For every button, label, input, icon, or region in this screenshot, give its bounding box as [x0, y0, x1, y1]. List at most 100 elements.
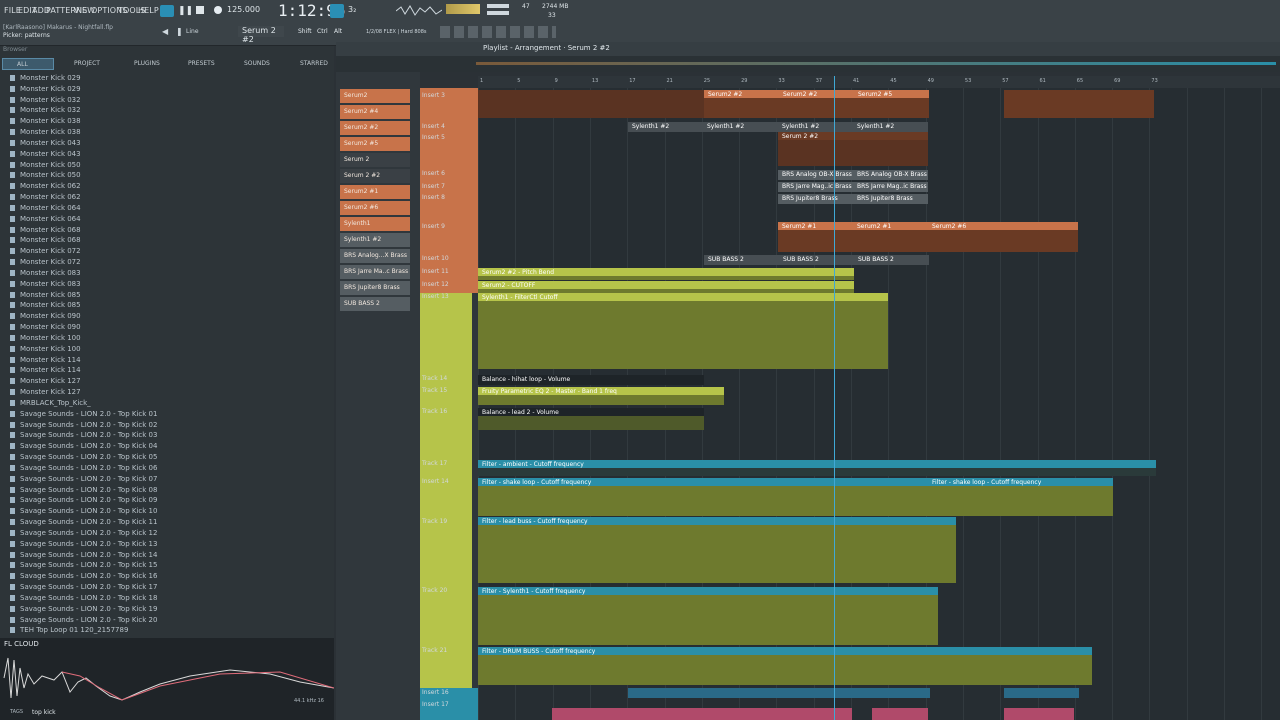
automation-clip[interactable]: Serum2 - CUTOFF	[478, 281, 854, 293]
play-icon[interactable]: ❚❚	[178, 6, 193, 16]
track-label[interactable]: Insert 6	[422, 170, 445, 177]
channel-12[interactable]: BRS Jupiter8 Brass	[340, 281, 410, 295]
serum-clip[interactable]: Serum2 #5	[854, 90, 929, 118]
audio-clip-pink[interactable]	[872, 708, 928, 720]
browser-item[interactable]: Monster Kick 043	[10, 138, 81, 149]
browser-tab-sounds[interactable]: SOUNDS	[226, 58, 278, 70]
browser-item[interactable]: Savage Sounds - LION 2.0 - Top Kick 12	[10, 528, 157, 539]
channel-3[interactable]: Serum2 #5	[340, 137, 410, 151]
browser-item[interactable]: Monster Kick 062	[10, 192, 81, 203]
browser-tab-plugins[interactable]: PLUGINS	[116, 58, 168, 70]
automation-clip[interactable]: Filter - shake loop - Cutoff frequency	[478, 478, 928, 516]
browser-item[interactable]: Monster Kick 064	[10, 214, 81, 225]
magnet-icon[interactable]: ❚	[176, 27, 183, 36]
overview-strip[interactable]	[336, 56, 1280, 72]
track-label[interactable]: Insert 3	[422, 92, 445, 99]
channel-8[interactable]: Sylenth1	[340, 217, 410, 231]
browser-item[interactable]: Savage Sounds - LION 2.0 - Top Kick 16	[10, 571, 157, 582]
serum9-clip[interactable]: Serum2 #1	[778, 222, 853, 252]
serum9-clip[interactable]: Serum2 #6	[928, 222, 1078, 252]
sub-bass-clip[interactable]: SUB BASS 2	[854, 255, 929, 265]
browser-item[interactable]: Savage Sounds - LION 2.0 - Top Kick 11	[10, 517, 157, 528]
channel-9[interactable]: Sylenth1 #2	[340, 233, 410, 247]
browser-item[interactable]: Monster Kick 083	[10, 279, 81, 290]
browser-item[interactable]: Savage Sounds - LION 2.0 - Top Kick 04	[10, 441, 157, 452]
browser-item[interactable]: Savage Sounds - LION 2.0 - Top Kick 10	[10, 506, 157, 517]
snap-mode[interactable]: Line	[186, 28, 199, 35]
browser-item[interactable]: Savage Sounds - LION 2.0 - Top Kick 18	[10, 593, 157, 604]
browser-item[interactable]: Savage Sounds - LION 2.0 - Top Kick 15	[10, 560, 157, 571]
sylenth-clip[interactable]: Sylenth1 #2	[628, 122, 703, 132]
browser-item[interactable]: Savage Sounds - LION 2.0 - Top Kick 19	[10, 604, 157, 615]
browser-item[interactable]: Monster Kick 114	[10, 365, 81, 376]
track-label[interactable]: Track 20	[422, 587, 447, 594]
serum-clip[interactable]: Serum2 #2	[779, 90, 854, 118]
browser-item[interactable]: Savage Sounds - LION 2.0 - Top Kick 09	[10, 495, 157, 506]
browser-tab-starred[interactable]: STARRED	[282, 58, 332, 70]
track-label[interactable]: Track 17	[422, 460, 447, 467]
pattern-song-toggle[interactable]	[160, 5, 174, 17]
audio-clip[interactable]	[704, 688, 930, 698]
browser-tab-project[interactable]: PROJECT	[56, 58, 112, 70]
track-label[interactable]: Insert 5	[422, 134, 445, 141]
automation-clip[interactable]: Filter - ambient - Cutoff frequency	[478, 460, 1156, 476]
sylenth-clip[interactable]: Sylenth1 #2	[778, 122, 853, 132]
browser-item[interactable]: Monster Kick 068	[10, 235, 81, 246]
automation-clip[interactable]: Filter - lead buss - Cutoff frequency	[478, 517, 956, 583]
browser-item[interactable]: Savage Sounds - LION 2.0 - Top Kick 05	[10, 452, 157, 463]
browser-item[interactable]: Savage Sounds - LION 2.0 - Top Kick 06	[10, 463, 157, 474]
serum9-clip[interactable]: Serum2 #1	[853, 222, 928, 252]
channel-0[interactable]: Serum2	[340, 89, 410, 103]
automation-clip[interactable]: Serum2 #2 - Pitch Bend	[478, 268, 854, 280]
browser-tab-all[interactable]: ALL	[2, 58, 54, 70]
track-label[interactable]: Track 16	[422, 408, 447, 415]
browser-item[interactable]: Savage Sounds - LION 2.0 - Top Kick 02	[10, 420, 157, 431]
automation-clip[interactable]: Sylenth1 - FilterCtl Cutoff	[478, 293, 888, 369]
browser-item[interactable]: Monster Kick 043	[10, 149, 81, 160]
automation-clip[interactable]: Filter - Sylenth1 - Cutoff frequency	[478, 587, 938, 645]
browser-item[interactable]: Savage Sounds - LION 2.0 - Top Kick 13	[10, 539, 157, 550]
browser-item[interactable]: Monster Kick 090	[10, 311, 81, 322]
track-label[interactable]: Insert 16	[422, 689, 449, 696]
browser-item[interactable]: Monster Kick 029	[10, 84, 81, 95]
automation-clip[interactable]: Balance - lead 2 - Volume	[478, 408, 704, 430]
brs-clip[interactable]: BRS Analog OB-X Brass	[853, 170, 928, 180]
audio-clip[interactable]	[628, 688, 708, 698]
browser-item[interactable]: MRBLACK_Top_Kick_	[10, 398, 91, 409]
record-icon[interactable]	[214, 6, 222, 14]
channel-5[interactable]: Serum 2 #2	[340, 169, 410, 183]
browser-item[interactable]: Monster Kick 100	[10, 344, 81, 355]
channel-13[interactable]: SUB BASS 2	[340, 297, 410, 311]
browser-item[interactable]: Monster Kick 114	[10, 355, 81, 366]
browser-item[interactable]: Savage Sounds - LION 2.0 - Top Kick 01	[10, 409, 157, 420]
tempo-display[interactable]: 125.000	[227, 5, 260, 14]
browser-item[interactable]: Monster Kick 029	[10, 73, 81, 84]
tag-value[interactable]: top kick	[32, 709, 56, 716]
browser-item[interactable]: Monster Kick 090	[10, 322, 81, 333]
channel-11[interactable]: BRS Jarre Ma..c Brass	[340, 265, 410, 279]
track-label[interactable]: Insert 9	[422, 223, 445, 230]
track-label[interactable]: Insert 12	[422, 281, 449, 288]
browser-item[interactable]: Monster Kick 050	[10, 160, 81, 171]
automation-clip[interactable]: Filter - shake loop - Cutoff frequency	[928, 478, 1113, 516]
toolbar-tools[interactable]	[440, 26, 556, 38]
browser-item[interactable]: Savage Sounds - LION 2.0 - Top Kick 17	[10, 582, 157, 593]
arrow-left-icon[interactable]: ◀	[162, 27, 168, 36]
brs-clip[interactable]: BRS Jupiter8 Brass	[853, 194, 928, 204]
audio-clip-pink[interactable]	[1004, 708, 1074, 720]
browser-item[interactable]: Monster Kick 038	[10, 116, 81, 127]
master-pitch-slider[interactable]	[487, 11, 509, 15]
playlist-grid[interactable]: Serum2 #2 Serum2 #2 Serum2 #5 Sylenth1 #2 Sy…	[478, 88, 1280, 720]
browser-item[interactable]: Monster Kick 127	[10, 376, 81, 387]
track-label[interactable]: Track 21	[422, 647, 447, 654]
browser-item[interactable]: Monster Kick 127	[10, 387, 81, 398]
track-label[interactable]: Insert 10	[422, 255, 449, 262]
track-label[interactable]: Insert 11	[422, 268, 449, 275]
browser-item[interactable]: Monster Kick 064	[10, 203, 81, 214]
browser-item[interactable]: Savage Sounds - LION 2.0 - Top Kick 03	[10, 430, 157, 441]
browser-item[interactable]: Monster Kick 083	[10, 268, 81, 279]
track-label[interactable]: Insert 17	[422, 701, 449, 708]
browser-item[interactable]: TEH Top Loop 01 120_2157789	[10, 625, 128, 636]
browser-item[interactable]: Monster Kick 050	[10, 170, 81, 181]
serum-clip[interactable]: Serum2 #2	[704, 90, 779, 118]
